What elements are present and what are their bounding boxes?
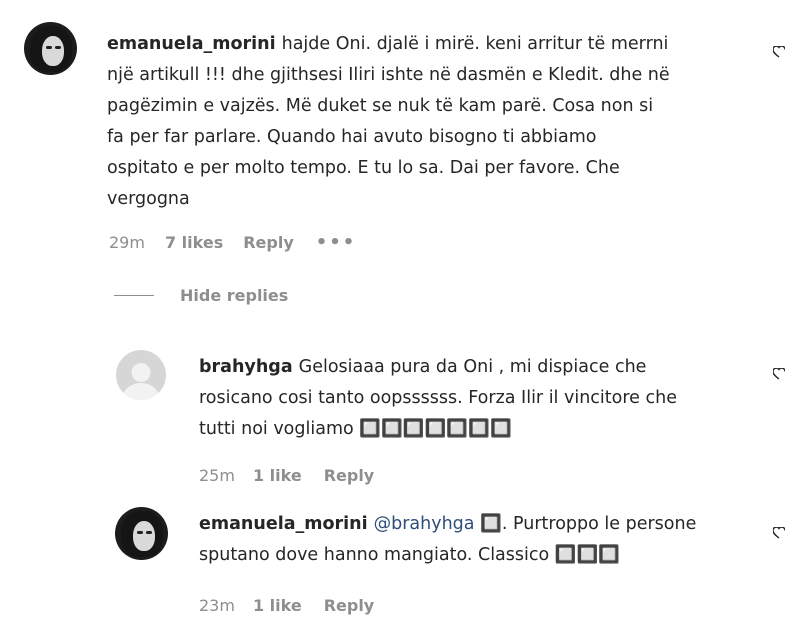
comment-line: rosicano cosi tanto oopssssss. Forza Ili… (199, 388, 677, 408)
reply-button[interactable]: Reply (243, 233, 294, 252)
hide-replies-label[interactable]: Hide replies (180, 286, 288, 305)
more-options-icon[interactable]: ••• (316, 232, 357, 253)
heart-icon[interactable] (773, 368, 785, 380)
reply-username[interactable]: brahyhga (199, 357, 293, 377)
heart-icon[interactable] (773, 46, 785, 58)
reply-time[interactable]: 23m (199, 596, 235, 615)
comment-line: sputano dove hanno mangiato. Classico 🔲🔲… (199, 545, 621, 565)
avatar-eye-right (146, 531, 152, 534)
comment: emanuela_morini hajde Oni. djalë i mirë. … (0, 0, 785, 270)
comment-time[interactable]: 29m (109, 233, 145, 252)
reply-meta: 23m 1 like Reply (199, 596, 374, 615)
reply: emanuela_morini @brahyhga 🔲. Purtroppo le… (0, 490, 785, 629)
reply-meta: 25m 1 like Reply (199, 466, 374, 485)
reply-time[interactable]: 25m (199, 466, 235, 485)
avatar-body-shape (122, 383, 160, 400)
comment-likes[interactable]: 7 likes (165, 233, 223, 252)
comment-line: brahyhga Gelosiaaa pura da Oni , mi dispi… (199, 357, 647, 377)
reply-text: brahyhga Gelosiaaa pura da Oni , mi dispi… (199, 352, 759, 445)
reply-button[interactable]: Reply (324, 596, 375, 615)
reply-likes[interactable]: 1 like (253, 466, 302, 485)
avatar-eye-right (55, 46, 61, 49)
hide-replies-line (114, 295, 154, 296)
reply-likes[interactable]: 1 like (253, 596, 302, 615)
avatar-head-shape (131, 363, 151, 382)
comment-line: emanuela_morini @brahyhga 🔲. Purtroppo le… (199, 514, 697, 534)
comment-line: pagëzimin e vajzës. Më duket se nuk të k… (107, 96, 654, 116)
comment-line: emanuela_morini hajde Oni. djalë i mirë. … (107, 34, 669, 54)
heart-icon[interactable] (773, 527, 785, 539)
comment-line: ospitato e per molto tempo. E tu lo sa. … (107, 158, 620, 178)
comment-line: vergogna (107, 189, 190, 209)
reply: brahyhga Gelosiaaa pura da Oni , mi dispi… (0, 330, 785, 490)
comment-meta: 29m 7 likes Reply ••• (109, 232, 356, 253)
avatar[interactable] (24, 22, 77, 75)
reply-text: emanuela_morini @brahyhga 🔲. Purtroppo le… (199, 509, 759, 571)
avatar-face (42, 36, 64, 66)
avatar-face (133, 521, 155, 551)
comment-line: fa per far parlare. Quando hai avuto bis… (107, 127, 597, 147)
default-avatar-icon[interactable] (116, 350, 166, 400)
avatar-eye-left (46, 46, 52, 49)
avatar-eye-left (137, 531, 143, 534)
avatar[interactable] (115, 507, 168, 560)
reply-button[interactable]: Reply (324, 466, 375, 485)
hide-replies-toggle[interactable]: Hide replies (114, 286, 288, 305)
comment-line: një artikull !!! dhe gjithsesi Iliri ish… (107, 65, 670, 85)
mention-link[interactable]: @brahyhga (374, 514, 475, 534)
comment-username[interactable]: emanuela_morini (107, 34, 276, 54)
comment-line: tutti noi vogliamo 🔲🔲🔲🔲🔲🔲🔲 (199, 419, 512, 439)
reply-username[interactable]: emanuela_morini (199, 514, 368, 534)
comment-text: emanuela_morini hajde Oni. djalë i mirë. … (107, 29, 757, 215)
